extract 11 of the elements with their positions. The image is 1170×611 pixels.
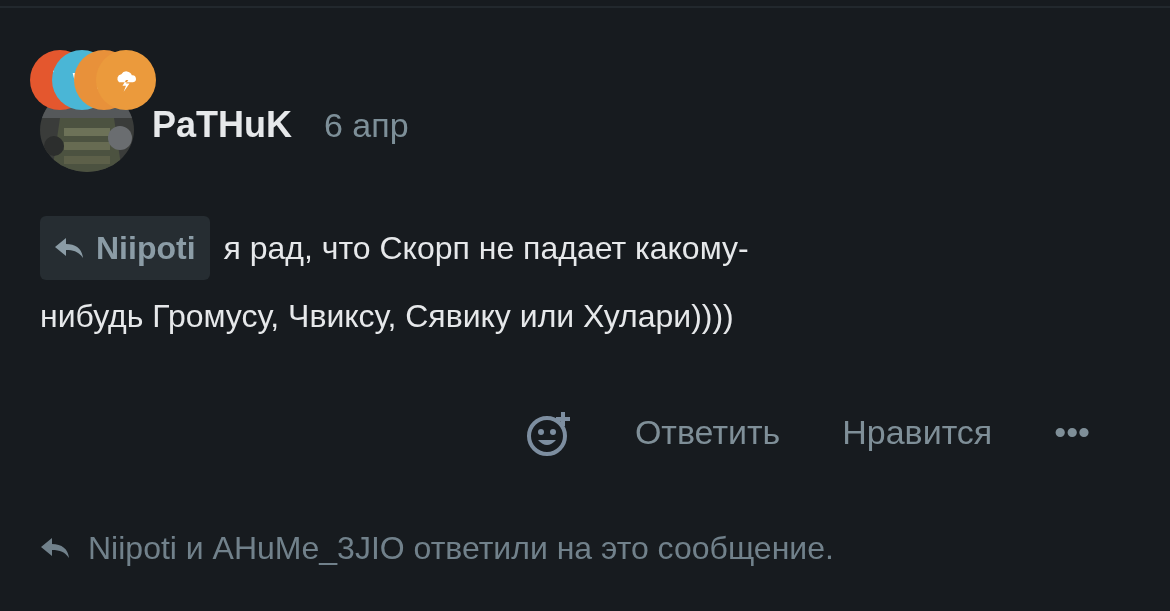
post-date: 6 апр xyxy=(324,105,409,146)
like-link[interactable]: Нравится xyxy=(842,406,993,458)
message-text: я рад, что Скорп не падает какому- xyxy=(223,229,749,268)
reply-to-chip[interactable]: Niipoti xyxy=(40,216,210,280)
author-name[interactable]: PaTHuK xyxy=(152,98,292,152)
more-link[interactable]: ••• xyxy=(1054,406,1090,458)
replies-note[interactable]: Niipoti и AHuMe_3JIO ответили на это сообщение. xyxy=(88,524,834,572)
reply-icon xyxy=(40,536,70,560)
reply-icon xyxy=(54,236,84,260)
reply-link[interactable]: Ответить xyxy=(634,406,781,458)
message-text: нибудь Громусу, Чвиксу, Сявику или Хулари)))) xyxy=(40,297,735,336)
